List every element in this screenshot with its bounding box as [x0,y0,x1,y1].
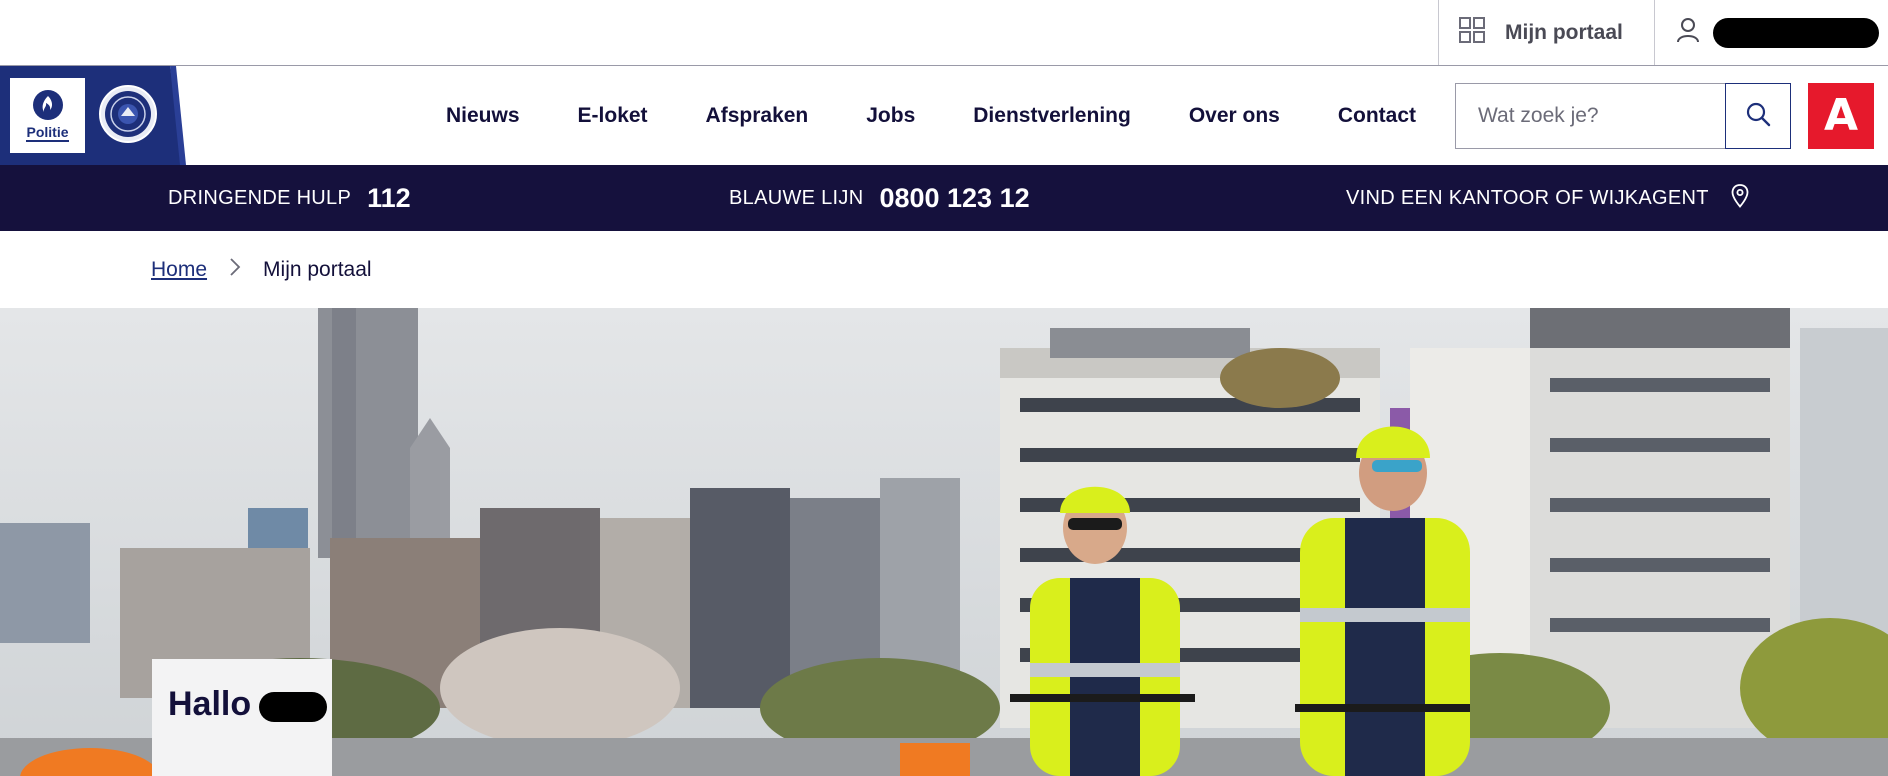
blue-line: BLAUWE LIJN 0800 123 12 [729,165,1030,231]
nav-contact[interactable]: Contact [1338,104,1416,128]
utility-bar: Mijn portaal [0,0,1888,66]
main-header: Politie Nieuws E-loket Afspraken Jobs Di… [0,66,1888,165]
user-icon [1677,17,1699,48]
flame-icon [32,89,63,120]
my-portal-label: Mijn portaal [1505,20,1623,44]
nav-services[interactable]: Dienstverlening [973,104,1131,128]
user-menu[interactable] [1654,0,1888,65]
police-logo-label: Politie [26,123,69,142]
nav-about-us[interactable]: Over ons [1189,104,1280,128]
grid-icon [1459,17,1485,48]
nav-news[interactable]: Nieuws [446,104,520,128]
nav-jobs[interactable]: Jobs [866,104,915,128]
main-menu: Nieuws E-loket Afspraken Jobs Dienstverl… [446,66,1416,165]
urgent-help-number[interactable]: 112 [367,183,411,214]
redacted-user-name [1713,17,1879,48]
blue-line-number[interactable]: 0800 123 12 [879,183,1029,214]
police-logo[interactable]: Politie [10,78,85,153]
urgent-help: DRINGENDE HULP 112 [168,165,411,231]
search-button[interactable] [1725,83,1791,149]
redacted-first-name [259,692,328,722]
breadcrumb-current: Mijn portaal [263,258,372,281]
greeting-text: Hallo [168,685,252,723]
chevron-right-icon [229,257,241,283]
hero-image: Hallo [0,308,1888,776]
greeting-card: Hallo [152,659,332,776]
nav-appointments[interactable]: Afspraken [706,104,809,128]
blue-line-label: BLAUWE LIJN [729,186,864,209]
search-icon [1745,101,1771,132]
urgent-help-label: DRINGENDE HULP [168,186,352,209]
breadcrumb-home[interactable]: Home [151,258,207,282]
breadcrumb: Home Mijn portaal [151,253,372,287]
find-office-label: VIND EEN KANTOOR OF WIJKAGENT [1346,186,1709,209]
emergency-bar: DRINGENDE HULP 112 BLAUWE LIJN 0800 123 … [0,165,1888,231]
city-of-antwerp-logo[interactable]: A [1808,83,1874,149]
logo-band[interactable]: Politie [0,66,186,165]
search-input[interactable] [1455,83,1725,149]
city-logo-letter: A [1823,90,1859,141]
police-zone-seal [99,85,157,143]
find-office-link[interactable]: VIND EEN KANTOOR OF WIJKAGENT [1346,165,1749,231]
my-portal-link[interactable]: Mijn portaal [1438,0,1654,65]
location-pin-icon [1731,183,1749,213]
nav-e-loket[interactable]: E-loket [578,104,648,128]
